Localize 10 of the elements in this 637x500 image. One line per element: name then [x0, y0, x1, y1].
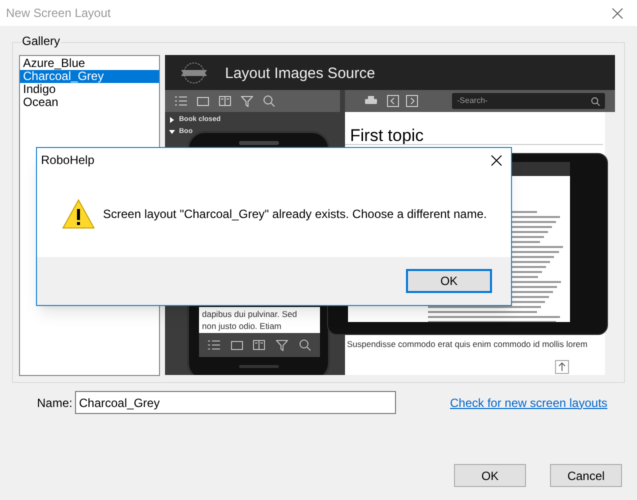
group-label: Gallery [21, 34, 62, 48]
body-text: Suspendisse commodo erat quis enim commodo id mollis lorem [347, 338, 588, 351]
preview-title: Layout Images Source [225, 64, 376, 84]
name-label: Name: [37, 394, 74, 412]
alert-message: Screen layout "Charcoal_Grey" already exists. Choose a different name. [103, 206, 487, 222]
phone-text: dapibus dui pulvinar. Sed [202, 308, 298, 320]
alert-title: RoboHelp [41, 152, 94, 169]
topic-heading: First topic [350, 125, 424, 147]
window-title: New Screen Layout [6, 5, 111, 22]
phone-text: non justo odio. Etiam [202, 320, 282, 332]
